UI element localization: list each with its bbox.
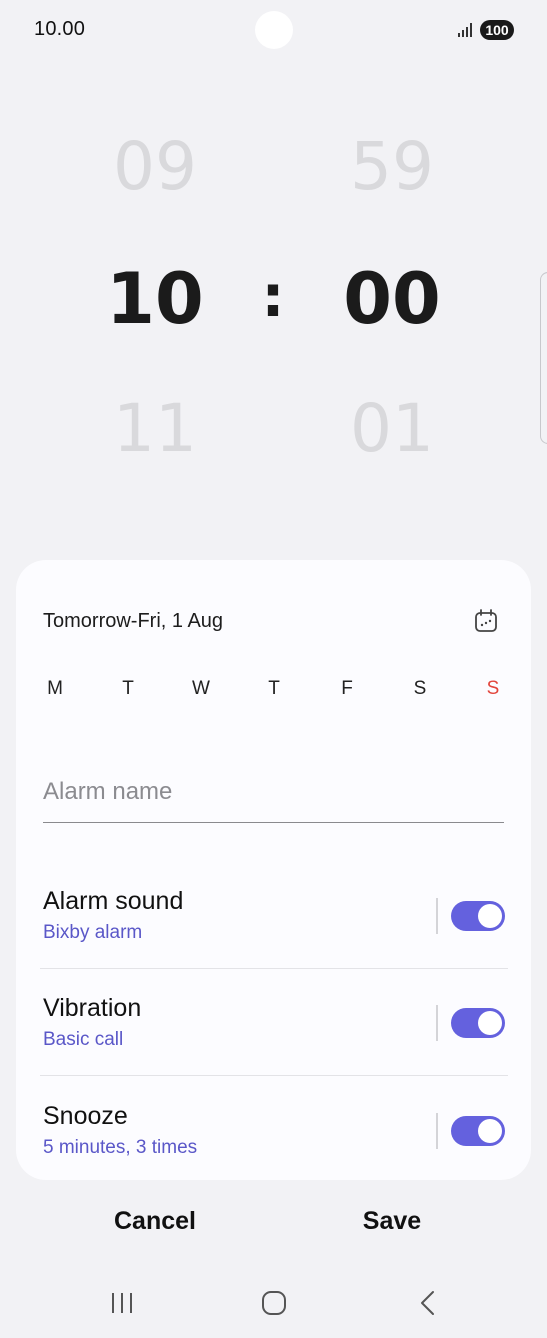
hour-selected[interactable]: 10 bbox=[75, 258, 235, 340]
day-saturday[interactable]: S bbox=[405, 678, 435, 700]
recents-icon[interactable] bbox=[109, 1288, 137, 1318]
time-separator: : bbox=[261, 262, 285, 330]
toggle-knob bbox=[478, 1011, 502, 1035]
divider bbox=[436, 898, 438, 934]
alarm-settings-card: Tomorrow-Fri, 1 Aug M T W T F S S Alarm … bbox=[16, 560, 531, 1180]
hour-next[interactable]: 11 bbox=[75, 390, 235, 467]
toggle-knob bbox=[478, 904, 502, 928]
day-tuesday[interactable]: T bbox=[113, 678, 143, 700]
minute-next[interactable]: 01 bbox=[312, 390, 472, 467]
status-time: 10.00 bbox=[34, 18, 86, 40]
day-thursday[interactable]: T bbox=[259, 678, 289, 700]
alarm-name-field bbox=[43, 778, 504, 823]
alarm-name-input[interactable] bbox=[43, 778, 504, 806]
camera-cutout bbox=[255, 11, 293, 49]
divider bbox=[436, 1005, 438, 1041]
divider bbox=[436, 1113, 438, 1149]
edge-panel-handle[interactable] bbox=[540, 272, 547, 444]
hour-prev[interactable]: 09 bbox=[75, 128, 235, 205]
cancel-button[interactable]: Cancel bbox=[55, 1207, 255, 1236]
setting-vibration[interactable]: Vibration Basic call bbox=[16, 977, 531, 1085]
day-wednesday[interactable]: W bbox=[186, 678, 216, 700]
battery-icon: 100 bbox=[480, 20, 514, 40]
minute-selected[interactable]: 00 bbox=[312, 258, 472, 340]
setting-title: Vibration bbox=[43, 994, 142, 1022]
setting-subtitle: Bixby alarm bbox=[43, 922, 143, 943]
calendar-icon[interactable] bbox=[472, 607, 500, 635]
setting-snooze[interactable]: Snooze 5 minutes, 3 times bbox=[16, 1085, 531, 1193]
alarm-date-label: Tomorrow-Fri, 1 Aug bbox=[43, 610, 224, 632]
weekday-selector: M T W T F S S bbox=[16, 678, 531, 702]
day-friday[interactable]: F bbox=[332, 678, 362, 700]
home-icon[interactable] bbox=[259, 1288, 289, 1318]
save-button[interactable]: Save bbox=[292, 1207, 492, 1236]
alarm-sound-toggle[interactable] bbox=[451, 901, 505, 931]
snooze-toggle[interactable] bbox=[451, 1116, 505, 1146]
row-divider bbox=[40, 968, 508, 969]
row-divider bbox=[40, 1075, 508, 1076]
alarm-edit-screen: 10.00 100 09 10 11 : 59 00 01 Tomorrow-F… bbox=[0, 0, 547, 1338]
minute-prev[interactable]: 59 bbox=[312, 128, 472, 205]
back-icon[interactable] bbox=[415, 1288, 439, 1318]
setting-subtitle: 5 minutes, 3 times bbox=[43, 1137, 198, 1158]
day-monday[interactable]: M bbox=[40, 678, 70, 700]
setting-title: Alarm sound bbox=[43, 887, 184, 915]
vibration-toggle[interactable] bbox=[451, 1008, 505, 1038]
setting-title: Snooze bbox=[43, 1102, 128, 1130]
setting-alarm-sound[interactable]: Alarm sound Bixby alarm bbox=[16, 870, 531, 978]
setting-subtitle: Basic call bbox=[43, 1029, 124, 1050]
signal-icon bbox=[458, 23, 472, 37]
day-sunday[interactable]: S bbox=[478, 678, 508, 700]
toggle-knob bbox=[478, 1119, 502, 1143]
